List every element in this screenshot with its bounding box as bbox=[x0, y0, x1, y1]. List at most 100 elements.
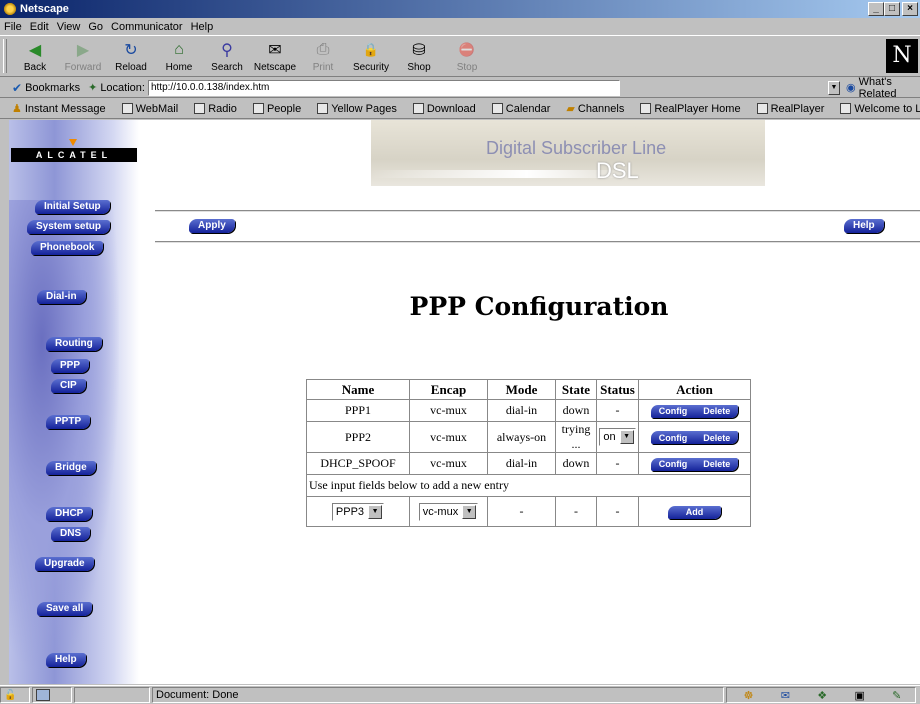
back-button[interactable]: ◀ Back bbox=[12, 40, 58, 76]
bookmark-label: Radio bbox=[208, 102, 237, 115]
cell-action: Config Delete bbox=[638, 452, 751, 475]
nav-bridge[interactable]: Bridge bbox=[46, 461, 96, 475]
config-button[interactable]: Config bbox=[651, 459, 696, 469]
chevron-down-icon: ▼ bbox=[619, 430, 634, 444]
nav-system-setup[interactable]: System setup bbox=[27, 220, 111, 234]
bookmark-calendar[interactable]: Calendar bbox=[491, 102, 559, 115]
delete-button[interactable]: Delete bbox=[695, 406, 738, 416]
bookmark-label: Calendar bbox=[505, 102, 551, 115]
stop-button[interactable]: ⛔ Stop bbox=[444, 40, 490, 76]
nav-upgrade[interactable]: Upgrade bbox=[35, 557, 94, 571]
col-encap: Encap bbox=[409, 379, 488, 400]
netscape-label: Netscape bbox=[253, 62, 297, 73]
menu-view[interactable]: View bbox=[57, 21, 81, 33]
whats-related-button[interactable]: What's Related bbox=[859, 76, 920, 100]
url-input[interactable]: http://10.0.0.138/index.htm bbox=[147, 79, 621, 96]
banner-light-streak bbox=[371, 170, 631, 178]
reload-label: Reload bbox=[115, 62, 147, 73]
bookmark-label: People bbox=[266, 102, 302, 115]
nav-ppp[interactable]: PPP bbox=[51, 359, 90, 373]
home-button[interactable]: ⌂ Home bbox=[156, 40, 202, 76]
help-button[interactable]: Help bbox=[844, 219, 884, 233]
nav-routing[interactable]: Routing bbox=[46, 337, 102, 351]
newsgroup-icon[interactable]: ❖ bbox=[817, 689, 827, 702]
component-bar: ☸ ✉ ❖ ▣ ✎ bbox=[726, 687, 916, 703]
nav-help[interactable]: Help bbox=[46, 653, 86, 667]
col-name: Name bbox=[306, 379, 410, 400]
shop-button[interactable]: ⛁ Shop bbox=[396, 40, 442, 76]
bookmark-welcome[interactable]: Welcome to Li bbox=[840, 103, 920, 115]
col-mode: Mode bbox=[487, 379, 556, 400]
nav-phonebook[interactable]: Phonebook bbox=[31, 241, 104, 255]
config-button[interactable]: Config bbox=[651, 433, 696, 443]
search-button[interactable]: ⚲ Search bbox=[204, 40, 250, 76]
cell-encap: vc-mux bbox=[409, 421, 488, 453]
bookmark-yellow-pages[interactable]: Yellow Pages bbox=[317, 103, 405, 115]
bookmark-webmail[interactable]: WebMail bbox=[121, 103, 187, 115]
bookmark-people[interactable]: People bbox=[252, 102, 309, 115]
reload-button[interactable]: ↻ Reload bbox=[108, 40, 154, 76]
cell-state: trying ... bbox=[555, 421, 597, 453]
nav-cip[interactable]: CIP bbox=[51, 379, 86, 393]
nav-save-all[interactable]: Save all bbox=[37, 602, 93, 616]
toolbar-grip[interactable] bbox=[3, 39, 7, 73]
bookmark-realplayer-home[interactable]: RealPlayer Home bbox=[640, 103, 748, 115]
new-encap-select[interactable]: vc-mux ▼ bbox=[418, 502, 479, 521]
security-button[interactable]: 🔒 Security bbox=[348, 40, 394, 76]
banner-title: Digital Subscriber Line bbox=[486, 138, 667, 158]
status-text: Document: Done bbox=[152, 687, 724, 703]
menu-file[interactable]: File bbox=[4, 21, 22, 33]
status-select[interactable]: on ▼ bbox=[599, 428, 636, 446]
composer-icon[interactable]: ✎ bbox=[892, 689, 901, 702]
bookmark-realplayer[interactable]: RealPlayer bbox=[756, 103, 833, 115]
nav-dns[interactable]: DNS bbox=[51, 527, 91, 541]
menu-communicator[interactable]: Communicator bbox=[111, 21, 183, 33]
close-button[interactable]: × bbox=[902, 2, 918, 16]
bookmarks-button[interactable]: Bookmarks bbox=[25, 82, 80, 94]
print-label: Print bbox=[312, 62, 334, 73]
forward-label: Forward bbox=[64, 62, 102, 73]
menu-go[interactable]: Go bbox=[88, 21, 103, 33]
bottom-divider bbox=[155, 241, 920, 243]
new-name-select[interactable]: PPP3 ▼ bbox=[331, 502, 385, 521]
nav-dial-in[interactable]: Dial-in bbox=[37, 290, 86, 304]
security-status[interactable]: 🔓 bbox=[0, 687, 30, 703]
netscape-button[interactable]: ✉ Netscape bbox=[252, 40, 298, 76]
menu-edit[interactable]: Edit bbox=[30, 21, 49, 33]
mail-icon[interactable]: ✉ bbox=[781, 689, 790, 702]
nav-sidebar: ALCATEL Initial Setup System setup Phone… bbox=[9, 120, 139, 684]
lock-icon: 🔓 bbox=[4, 689, 17, 701]
url-dropdown-button[interactable]: ▼ bbox=[828, 80, 840, 95]
location-bar: ✔ Bookmarks ✦ Location: http://10.0.0.13… bbox=[0, 76, 920, 100]
progress-bar bbox=[74, 687, 150, 703]
address-book-icon[interactable]: ▣ bbox=[854, 689, 864, 702]
dsl-banner: Digital Subscriber Line DSL bbox=[371, 120, 765, 186]
security-icon: 🔒 bbox=[362, 42, 380, 57]
maximize-button[interactable]: □ bbox=[884, 2, 900, 16]
connection-icon bbox=[36, 689, 50, 701]
apply-button[interactable]: Apply bbox=[189, 219, 235, 233]
bookmark-instant-message[interactable]: ♟ Instant Message bbox=[12, 102, 114, 116]
bookmark-radio[interactable]: Radio bbox=[194, 103, 245, 115]
location-label: Location: bbox=[100, 81, 145, 94]
minimize-button[interactable]: _ bbox=[868, 2, 884, 16]
navigator-icon[interactable]: ☸ bbox=[744, 689, 754, 702]
cell-status: - bbox=[596, 496, 639, 527]
nav-pptp[interactable]: PPTP bbox=[46, 415, 91, 429]
config-button[interactable]: Config bbox=[651, 406, 696, 416]
add-button[interactable]: Add bbox=[667, 506, 722, 519]
netscape-logo[interactable]: N bbox=[886, 39, 918, 73]
delete-button[interactable]: Delete bbox=[695, 459, 738, 469]
nav-initial-setup[interactable]: Initial Setup bbox=[35, 200, 110, 214]
menu-help[interactable]: Help bbox=[191, 21, 214, 33]
forward-button[interactable]: ▶ Forward bbox=[60, 40, 106, 76]
page-title: PPP Configuration bbox=[409, 292, 669, 321]
delete-button[interactable]: Delete bbox=[695, 433, 738, 443]
print-button[interactable]: ⎙ Print bbox=[300, 40, 346, 76]
bookmark-channels[interactable]: ▰ Channels bbox=[566, 102, 632, 116]
bookmark-page-icon bbox=[412, 103, 424, 114]
bookmark-download[interactable]: Download bbox=[412, 103, 484, 115]
bookmark-label: Welcome to Li bbox=[854, 102, 920, 115]
action-buttons: Config Delete bbox=[650, 457, 739, 471]
nav-dhcp[interactable]: DHCP bbox=[46, 507, 93, 521]
